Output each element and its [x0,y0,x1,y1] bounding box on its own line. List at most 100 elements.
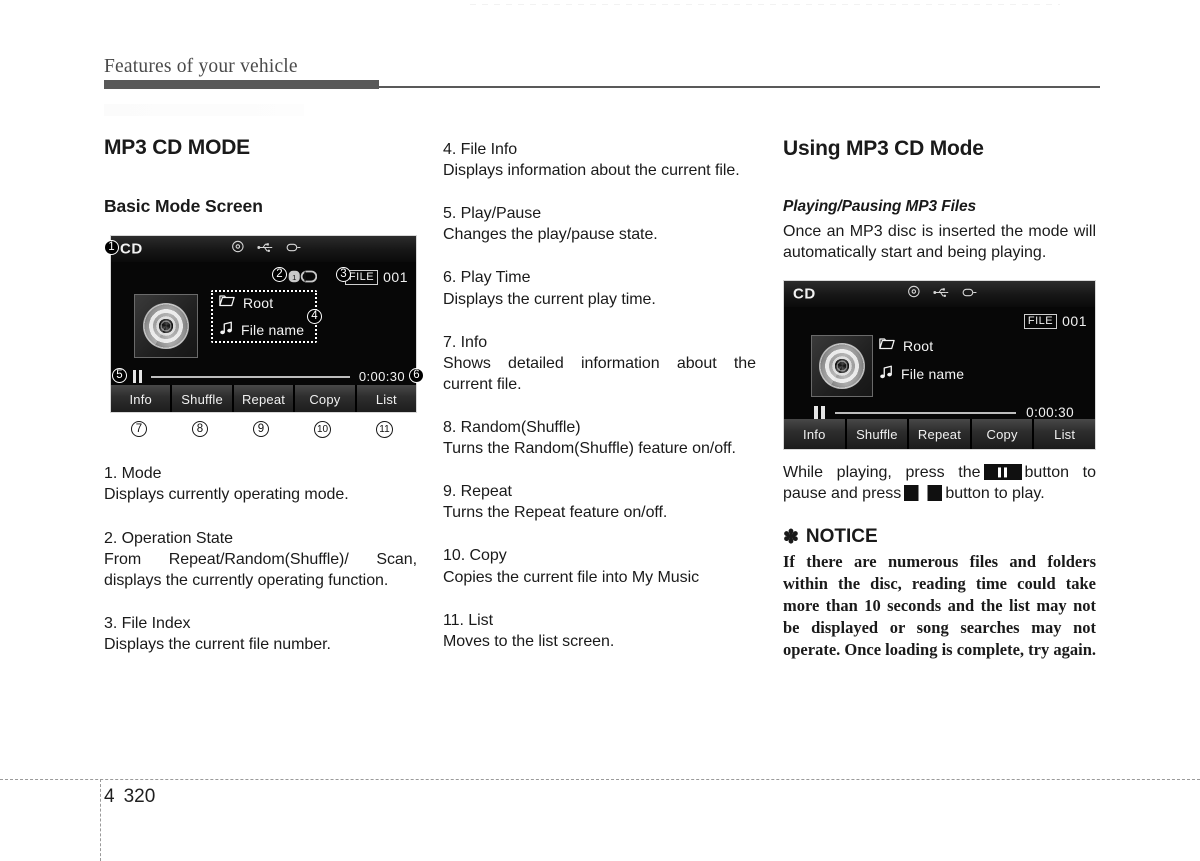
device-status-bar: CD [111,236,416,263]
callout-10: 10 [314,421,331,439]
column-right: Using MP3 CD Mode Playing/Pausing MP3 Fi… [783,137,1096,661]
folder-icon-2 [879,337,895,355]
play-key-icon [904,478,943,508]
device-button-bar: Info Shuffle Repeat Copy List [111,385,416,413]
device-screen-plain: CD FILE 001 Root File name 0:00:30 Info … [783,280,1096,451]
callout-7: 7 [131,421,147,438]
item-head-11: 11. List [443,611,493,629]
usb-icon-2 [932,285,949,303]
device-button-list[interactable]: List [356,385,416,413]
file-name-label-2: File name [901,366,965,383]
file-index-2: FILE 001 [1023,313,1087,330]
folder-label-2: Root [903,337,934,354]
trim-mark-bottom [0,779,1200,780]
item-head-5: 5. Play/Pause [443,205,542,223]
pause-icon[interactable] [133,370,142,384]
subsection-title-playing-pausing: Playing/Pausing MP3 Files [783,198,977,216]
item-head-8: 8. Random(Shuffle) [443,418,581,436]
device-button-shuffle-2[interactable]: Shuffle [846,419,908,450]
progress-bar[interactable] [151,375,350,378]
page-title: MP3 CD MODE [104,136,250,159]
callout-11: 11 [376,421,393,439]
device-mode-label: CD [120,240,143,258]
callout-6: 6 [409,368,424,384]
item-body-11: Moves to the list screen. [443,632,615,650]
device-content-area: 1 FILE 001 Root File name 0:00:30 Info S… [111,262,416,413]
device-button-repeat-2[interactable]: Repeat [909,419,970,450]
file-info: Root File name [219,294,304,340]
device-button-info[interactable]: Info [111,385,171,413]
item-body-8: Turns the Random(Shuffle) feature on/off… [443,440,736,458]
pause-key-icon [983,464,1022,481]
album-art [134,294,198,359]
item-body-4: Displays information about the current f… [443,162,740,180]
item-body-7: Shows detailed information about the cur… [443,354,756,393]
callout-9: 9 [253,421,269,438]
device-button-copy[interactable]: Copy [295,385,355,413]
notice-heading: ✽ NOTICE [783,525,1096,548]
item-body-3: Displays the current file number. [104,636,331,653]
item-head-9: 9. Repeat [443,483,512,501]
file-index-number-2: 001 [1062,313,1087,330]
item-head-4: 4. File Info [443,141,518,158]
file-name-label: File name [241,322,305,339]
item-body-6: Displays the current play time. [443,290,656,308]
progress-bar-2[interactable] [835,411,1017,414]
instruction-text-3: button to play. [945,485,1045,503]
device-source-icons-2 [907,285,978,303]
music-note-icon [219,321,233,340]
device-status-bar-2: CD [784,281,1095,308]
album-art-2 [811,335,873,398]
item-head-7: 7. Info [443,333,488,351]
notice-body: If there are numerous files and folders … [783,552,1097,660]
notice-title: NOTICE [805,525,878,547]
device-button-bar-2: Info Shuffle Repeat Copy List [784,419,1095,450]
play-time-2: 0:00:30 [1026,405,1074,421]
device-source-icons [231,240,302,258]
folder-icon [219,294,235,312]
item-head-6: 6. Play Time [443,269,531,287]
item-head-2: 2. Operation State [104,529,233,547]
item-body-5: Changes the play/pause state. [443,226,658,244]
file-index-tag-2: FILE [1023,313,1058,329]
intro-paragraph: Once an MP3 disc is inserted the mode wi… [783,223,1096,262]
item-head-10: 10. Copy [443,547,507,565]
device-button-list-2[interactable]: List [1034,419,1095,450]
device-button-info-2[interactable]: Info [784,419,845,450]
item-head-3: 3. File Index [104,614,191,632]
ipod-icon-2 [962,285,978,303]
asterisk-icon: ✽ [783,526,799,548]
svg-text:1: 1 [292,273,296,282]
folio-page-number: 320 [123,786,156,807]
instruction-text-1: While playing, press the [783,464,981,482]
disc-icon [231,240,244,258]
folio-chapter: 4 [104,786,115,807]
file-index-number: 001 [383,269,408,286]
subsection-title-basic-mode-screen: Basic Mode Screen [104,196,263,217]
notice-block: ✽ NOTICE If there are numerous files and… [783,525,1097,662]
item-body-1: Displays currently operating mode. [104,486,349,504]
item-head-1: 1. Mode [104,465,162,483]
device-button-copy-2[interactable]: Copy [971,419,1033,450]
transport-row-2: 0:00:30 [814,405,1074,420]
usb-icon [256,240,273,258]
page-columns: MP3 CD MODE Basic Mode Screen CD 1 FILE … [0,0,1200,770]
left-items: 1. Mode Displays currently operating mod… [104,463,417,655]
play-time: 0:00:30 [358,369,405,385]
cd-disc-graphic [143,303,189,350]
pause-icon-2[interactable] [814,405,825,420]
file-row: File name [219,321,304,340]
annotated-screenshot-wrapper: CD 1 FILE 001 Root File name 0:00:30 Inf… [104,235,424,447]
trim-mark-vertical [100,779,101,861]
repeat-one-icon: 1 [288,270,318,288]
file-row-2: File name [879,365,964,384]
device-button-repeat[interactable]: Repeat [233,385,294,413]
folder-row-2: Root [879,337,964,355]
item-body-9: Turns the Repeat feature on/off. [443,504,668,522]
transport-row: 0:00:30 [133,369,405,384]
ipod-icon [286,240,302,258]
cd-disc-graphic-2 [819,343,865,390]
device-content-area-2: FILE 001 Root File name 0:00:30 Info Shu… [784,307,1095,450]
section-title-using-mp3-cd-mode: Using MP3 CD Mode [783,137,984,160]
device-button-shuffle[interactable]: Shuffle [172,385,232,413]
